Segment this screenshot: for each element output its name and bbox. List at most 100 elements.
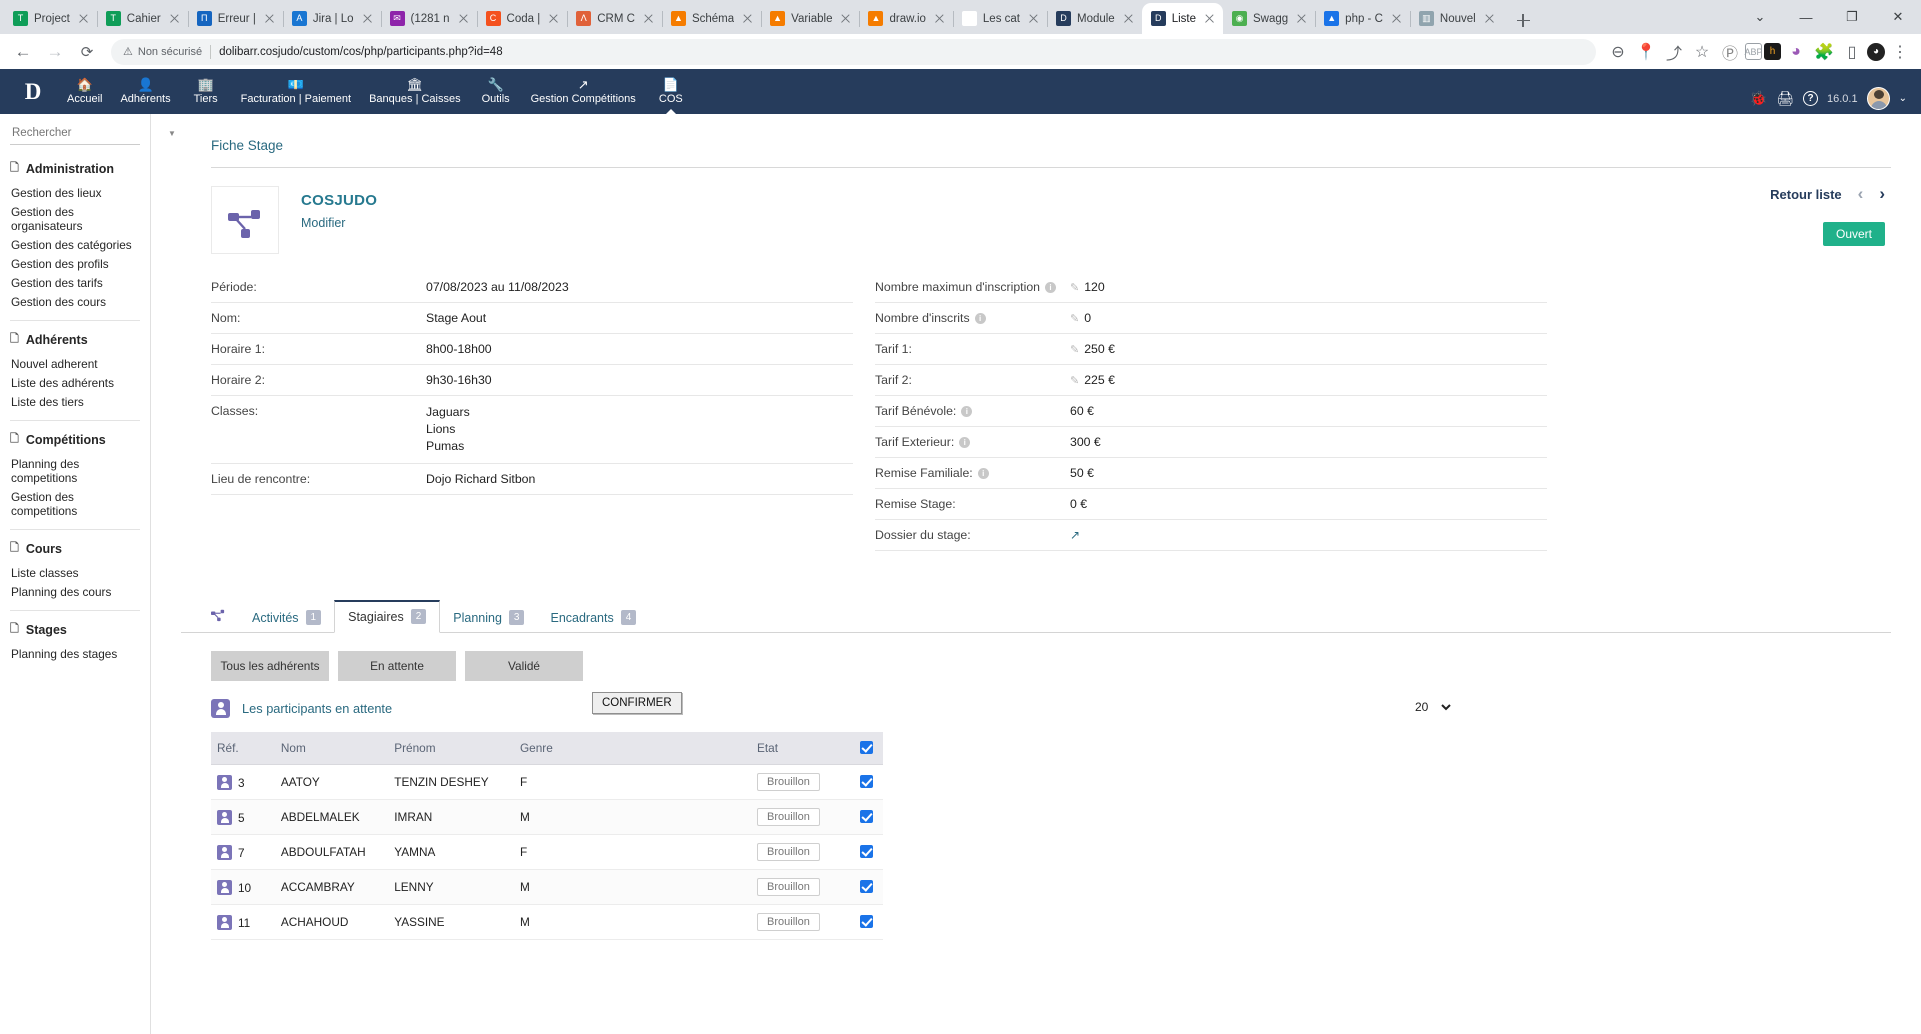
extensions-puzzle-icon[interactable]: 🧩 — [1811, 39, 1837, 65]
topmenu-item-accueil[interactable]: 🏠 Accueil — [58, 69, 111, 114]
topmenu-item-adh-rents[interactable]: 👤 Adhérents — [111, 69, 179, 114]
edit-link[interactable]: Modifier — [301, 216, 377, 230]
tab-close-icon[interactable] — [360, 11, 375, 26]
chrome-menu-icon[interactable]: ⋮ — [1887, 39, 1913, 65]
browser-tab[interactable]: A Jira | Lo — [282, 3, 381, 34]
tab-close-icon[interactable] — [262, 11, 277, 26]
external-link-icon[interactable]: ↗ — [1070, 528, 1080, 542]
colorpick-extension-icon[interactable]: ◕ — [1783, 39, 1809, 65]
edit-pencil-icon[interactable]: ✎ — [1070, 344, 1079, 356]
sidebar-item-gestion-des-lieux[interactable]: Gestion des lieux — [10, 183, 140, 202]
column-header[interactable]: Nom — [274, 732, 389, 765]
column-header[interactable]: Prénom — [388, 732, 514, 765]
tab-close-icon[interactable] — [1026, 11, 1041, 26]
column-header[interactable]: Réf. — [211, 732, 275, 765]
breadcrumb[interactable]: Fiche Stage — [181, 132, 1891, 167]
tab-close-icon[interactable] — [1202, 11, 1217, 26]
browser-tab[interactable]: D Module — [1046, 3, 1142, 34]
tab-close-icon[interactable] — [838, 11, 853, 26]
sidebar-item-liste-des-adh-rents[interactable]: Liste des adhérents — [10, 373, 140, 392]
member-icon[interactable] — [217, 844, 232, 860]
topmenu-item-outils[interactable]: 🔧 Outils — [470, 69, 522, 114]
sidebar-group-title[interactable]: 🗋 Cours — [10, 539, 140, 558]
sidebar-item-planning-des-competitions[interactable]: Planning des competitions — [10, 454, 140, 487]
tab-activités[interactable]: Activités 1 — [239, 603, 334, 633]
member-icon[interactable] — [217, 914, 232, 930]
edit-pencil-icon[interactable]: ✎ — [1070, 313, 1079, 325]
tab-search-button[interactable]: ⌄ — [1737, 0, 1783, 34]
print-icon[interactable]: 🖨 — [1776, 90, 1794, 107]
browser-tab[interactable]: ◉ Swagg — [1223, 3, 1315, 34]
close-window-button[interactable]: ✕ — [1875, 0, 1921, 34]
edit-pencil-icon[interactable]: ✎ — [1070, 282, 1079, 294]
member-icon[interactable] — [217, 809, 232, 825]
tab-encadrants[interactable]: Encadrants 4 — [537, 603, 649, 633]
edit-pencil-icon[interactable]: ✎ — [1070, 375, 1079, 387]
tab-close-icon[interactable] — [456, 11, 471, 26]
member-icon[interactable] — [217, 879, 232, 895]
profile-avatar-icon[interactable]: ◕ — [1867, 42, 1885, 61]
browser-tab[interactable]: ▲ Variable — [761, 3, 859, 34]
sidebar-item-gestion-des-cat-gories[interactable]: Gestion des catégories — [10, 235, 140, 254]
back-to-list-link[interactable]: Retour liste — [1770, 187, 1842, 202]
honey-extension-icon[interactable]: h — [1764, 43, 1781, 60]
sidebar-group-title[interactable]: 🗋 Administration — [10, 159, 140, 178]
info-tooltip-icon[interactable]: i — [974, 313, 986, 324]
browser-tab[interactable]: C Coda | — [476, 3, 568, 34]
search-input[interactable] — [10, 126, 168, 140]
topmenu-item-gestion-comp-titions[interactable]: ↗ Gestion Compétitions — [522, 69, 645, 114]
sidebar-item-liste-classes[interactable]: Liste classes — [10, 563, 140, 582]
filter-button-valid-[interactable]: Validé — [465, 651, 583, 681]
topmenu-item-banques-caisses[interactable]: 🏛 Banques | Caisses — [360, 69, 470, 114]
member-icon[interactable] — [217, 774, 232, 790]
bug-icon[interactable]: 🐞 — [1750, 90, 1767, 107]
filter-button-en-attente[interactable]: En attente — [338, 651, 456, 681]
maximize-button[interactable]: ❐ — [1829, 0, 1875, 34]
new-tab-button[interactable] — [1509, 6, 1537, 34]
info-tooltip-icon[interactable]: i — [959, 437, 971, 448]
tab-close-icon[interactable] — [1389, 11, 1404, 26]
sidebar-group-title[interactable]: 🗋 Adhérents — [10, 330, 140, 349]
sidebar-item-planning-des-stages[interactable]: Planning des stages — [10, 644, 140, 663]
tab-close-icon[interactable] — [932, 11, 947, 26]
info-tooltip-icon[interactable]: i — [977, 468, 989, 479]
tab-close-icon[interactable] — [740, 11, 755, 26]
browser-tab[interactable]: ✎ Les cat — [952, 3, 1047, 34]
tab-close-icon[interactable] — [1482, 11, 1497, 26]
table-row[interactable]: 10 ACCAMBRAY LENNY M Brouillon — [211, 869, 883, 905]
browser-tab[interactable]: ▥ Nouvel — [1409, 3, 1503, 34]
dolibarr-logo[interactable]: D — [8, 69, 58, 114]
topmenu-item-tiers[interactable]: 🏢 Tiers — [180, 69, 232, 114]
sidebar-item-nouvel-adherent[interactable]: Nouvel adherent — [10, 354, 140, 373]
adblock-extension-icon[interactable]: ABP — [1745, 43, 1763, 60]
select-all-checkbox[interactable] — [860, 741, 874, 754]
next-record-icon[interactable]: › — [1879, 184, 1885, 204]
browser-tab[interactable]: T Cahier — [96, 3, 188, 34]
sidebar-item-gestion-des-cours[interactable]: Gestion des cours — [10, 292, 140, 311]
info-tooltip-icon[interactable]: i — [1045, 282, 1056, 293]
zoom-out-icon[interactable]: ⊖ — [1605, 39, 1631, 65]
table-row[interactable]: 11 ACHAHOUD YASSINE M Brouillon — [211, 904, 883, 940]
share-icon[interactable]: ⤴ — [1661, 39, 1687, 65]
browser-tab[interactable]: ▲ Schéma — [661, 3, 761, 34]
bookmark-star-icon[interactable]: ☆ — [1689, 39, 1715, 65]
column-header[interactable]: Etat — [751, 732, 855, 765]
browser-tab[interactable]: ▲ php - C — [1315, 3, 1410, 34]
row-checkbox[interactable] — [860, 845, 874, 858]
browser-tab[interactable]: ▲ draw.io — [859, 3, 952, 34]
tab-close-icon[interactable] — [641, 11, 656, 26]
browser-tab[interactable]: T Project — [4, 3, 97, 34]
minimize-button[interactable]: — — [1783, 0, 1829, 34]
tab-close-icon[interactable] — [546, 11, 561, 26]
tab-planning[interactable]: Planning 3 — [440, 603, 537, 633]
prev-record-icon[interactable]: ‹ — [1858, 184, 1864, 204]
user-avatar[interactable] — [1866, 87, 1890, 110]
column-header[interactable] — [854, 732, 883, 765]
sidebar-item-liste-des-tiers[interactable]: Liste des tiers — [10, 392, 140, 411]
sidebar-item-gestion-des-tarifs[interactable]: Gestion des tarifs — [10, 273, 140, 292]
row-checkbox[interactable] — [860, 915, 874, 928]
reload-icon[interactable]: ⟳ — [72, 37, 102, 67]
sidebar-item-gestion-des-organisateurs[interactable]: Gestion des organisateurs — [10, 202, 140, 235]
row-checkbox[interactable] — [860, 810, 874, 823]
row-checkbox[interactable] — [860, 775, 874, 788]
